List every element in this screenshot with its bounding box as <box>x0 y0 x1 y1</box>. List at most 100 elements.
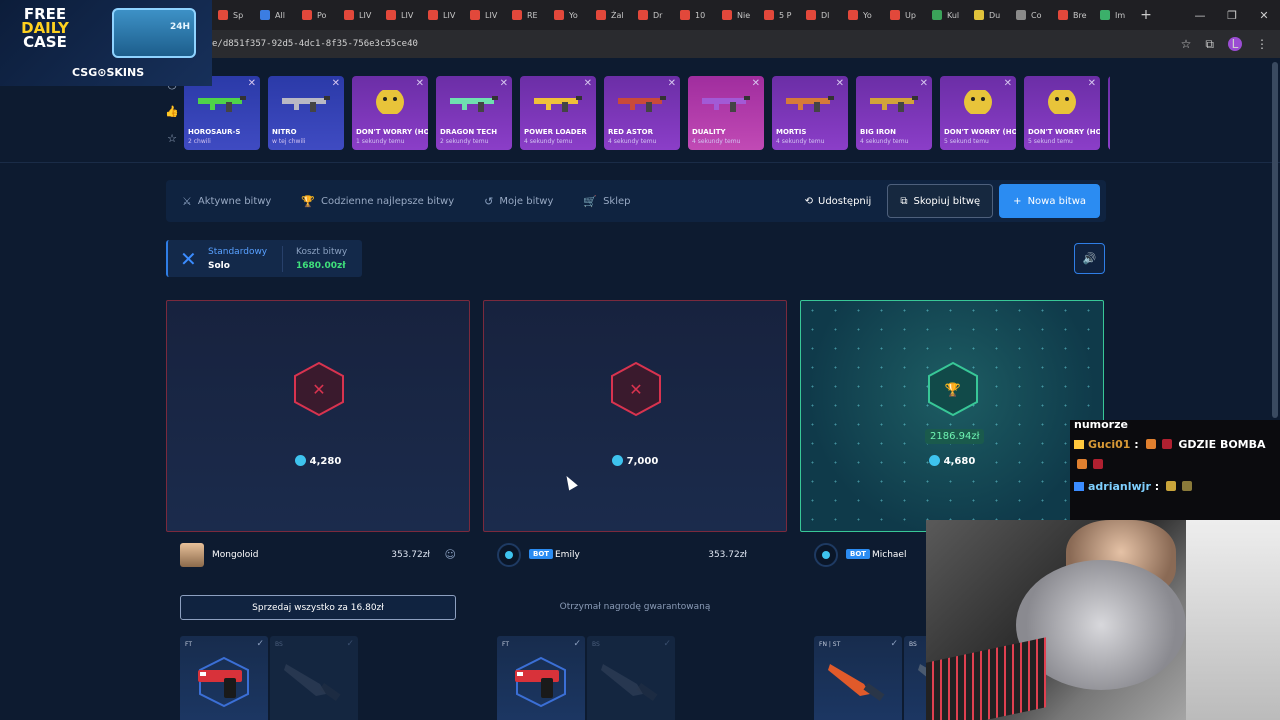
browser-tab[interactable]: Żal <box>590 0 632 30</box>
tab-favicon-icon <box>638 10 648 20</box>
tab-favicon-icon <box>764 10 774 20</box>
drop-time: 4 sekundy temu <box>524 138 573 145</box>
live-drop-card[interactable]: ✕ BIG IRON 4 sekundy temu <box>856 76 932 150</box>
emote-icon <box>1165 481 1176 491</box>
profile-avatar[interactable]: L <box>1228 37 1242 51</box>
page-scrollbar[interactable] <box>1272 62 1278 418</box>
live-drop-card[interactable]: ✕ NITRO w tej chwili <box>268 76 344 150</box>
browser-tab[interactable]: 5 P <box>758 0 800 30</box>
item-card[interactable]: FN | ST ✓ <box>814 636 902 720</box>
url-text[interactable]: e/d851f357-92d5-4dc1-8f35-756e3c55ce40 <box>212 39 1112 49</box>
tab-favicon-icon <box>596 10 606 20</box>
live-drop-card[interactable]: ✕ RED ASTOR 4 sekundy temu <box>604 76 680 150</box>
browser-tab[interactable]: LIV <box>380 0 422 30</box>
drop-name: DON'T WORRY (HOLO) <box>356 128 428 136</box>
sub-badge-icon <box>1074 482 1084 491</box>
live-drop-card[interactable]: ✕ DUALITY 4 sekundy temu <box>688 76 764 150</box>
browser-tab[interactable]: Dr <box>632 0 674 30</box>
close-icon[interactable]: ✕ <box>332 78 340 89</box>
nav-label: Codzienne najlepsze bitwy <box>321 195 455 207</box>
live-drop-card[interactable]: ✕ DON'T WORRY (HOLO) 5 sekund temu <box>940 76 1016 150</box>
thumbs-up-icon[interactable]: 👍 <box>164 105 180 118</box>
browser-tab[interactable]: LIV <box>422 0 464 30</box>
live-drop-card[interactable]: ✕ POWER LOADER 4 sekundy temu <box>520 76 596 150</box>
browser-tab[interactable]: LIV <box>464 0 506 30</box>
close-icon[interactable]: ✕ <box>1088 78 1096 89</box>
tab-label: LIV <box>401 10 414 20</box>
nav-active-battles[interactable]: ⚔ Aktywne bitwy <box>166 195 271 208</box>
browser-tab[interactable]: Co <box>1010 0 1052 30</box>
drop-name: BIG IRON <box>860 128 896 136</box>
close-icon[interactable]: ✕ <box>752 78 760 89</box>
player-value: 353.72zł <box>708 550 747 560</box>
check-circle-icon[interactable]: ✓ <box>890 639 898 649</box>
tab-label: LIV <box>485 10 498 20</box>
sell-all-button[interactable]: Sprzedaj wszystko za 16.80zł <box>180 595 456 620</box>
browser-tab[interactable]: Up <box>884 0 926 30</box>
live-drop-card[interactable]: ✕ DRAGON TECH 2 sekundy temu <box>436 76 512 150</box>
browser-tab[interactable]: 10 <box>674 0 716 30</box>
browser-tab[interactable]: Nie <box>716 0 758 30</box>
maximize-icon[interactable]: ❐ <box>1216 9 1248 22</box>
browser-tab[interactable]: Im <box>1094 0 1136 30</box>
check-circle-icon[interactable]: ✓ <box>573 639 581 649</box>
close-icon[interactable]: ✕ <box>248 78 256 89</box>
emoji-icon[interactable]: ☺ <box>445 548 456 561</box>
bookmark-star-icon[interactable]: ☆ <box>1181 37 1192 51</box>
nav-shop[interactable]: 🛒 Sklep <box>567 195 630 208</box>
tab-label: Yo <box>863 10 872 20</box>
item-condition: BS <box>909 641 917 648</box>
live-drop-card[interactable]: ✕ HOROSAUR-S 2 chwili <box>184 76 260 150</box>
item-card[interactable]: FT ✓ <box>180 636 268 720</box>
browser-tab[interactable]: LIV <box>338 0 380 30</box>
avatar[interactable] <box>180 543 204 567</box>
item-card[interactable]: FT ✓ <box>497 636 585 720</box>
close-icon[interactable]: ✕ <box>416 78 424 89</box>
star-icon[interactable]: ☆ <box>164 132 180 145</box>
browser-tab[interactable]: All <box>254 0 296 30</box>
browser-tab[interactable]: Yo <box>842 0 884 30</box>
live-drop-card[interactable]: ✕ DON'T WORRY (HOLO) 5 sekund temu <box>1024 76 1100 150</box>
browser-tab[interactable]: Du <box>968 0 1010 30</box>
live-drop-card[interactable]: ✕ DON'T WORRY (HOLO) 1 sekundy temu <box>352 76 428 150</box>
close-icon[interactable]: ✕ <box>668 78 676 89</box>
item-card[interactable]: BS ✓ <box>270 636 358 720</box>
sound-toggle-button[interactable]: 🔊 <box>1074 243 1105 274</box>
browser-tab[interactable]: Bre <box>1052 0 1094 30</box>
close-icon[interactable]: ✕ <box>920 78 928 89</box>
live-drop-card[interactable]: ✕ MORTIS 4 sekundy temu <box>772 76 848 150</box>
new-battle-button[interactable]: + Nowa bitwa <box>999 184 1100 218</box>
live-drop-card[interactable]: ✕DON' (HOL5 seku <box>1108 76 1110 150</box>
item-card[interactable]: BS ✓ <box>587 636 675 720</box>
mode-value: Solo <box>208 261 230 271</box>
browser-tab[interactable]: RE <box>506 0 548 30</box>
close-icon[interactable]: ✕ <box>584 78 592 89</box>
browser-tab[interactable]: Sp <box>212 0 254 30</box>
browser-tab[interactable]: Yo <box>548 0 590 30</box>
item-condition: FT <box>185 641 193 648</box>
check-circle-icon[interactable]: ✓ <box>346 639 354 649</box>
daily-case-ad[interactable]: FREE DAILY CASE CSG⊙SKINS <box>0 0 212 86</box>
player-name[interactable]: Mongoloid <box>212 550 258 560</box>
tab-favicon-icon <box>512 10 522 20</box>
close-icon[interactable]: ✕ <box>500 78 508 89</box>
new-tab-button[interactable]: + <box>1136 7 1156 23</box>
close-icon[interactable]: ✕ <box>1248 9 1280 22</box>
browser-tab[interactable]: Po <box>296 0 338 30</box>
close-icon[interactable]: ✕ <box>1004 78 1012 89</box>
share-button[interactable]: ⟲ Udostępnij <box>805 196 872 207</box>
browser-tab[interactable]: Dl <box>800 0 842 30</box>
browser-tab[interactable]: Kul <box>926 0 968 30</box>
copy-battle-button[interactable]: ⧉ Skopiuj bitwę <box>887 184 994 218</box>
check-circle-icon[interactable]: ✓ <box>256 639 264 649</box>
nav-daily-best[interactable]: 🏆 Codzienne najlepsze bitwy <box>285 195 454 208</box>
close-icon[interactable]: ✕ <box>836 78 844 89</box>
weapon-image <box>282 96 330 112</box>
nav-my-battles[interactable]: ↺ Moje bitwy <box>468 195 553 208</box>
chair-figure <box>1186 520 1280 720</box>
tab-favicon-icon <box>260 10 270 20</box>
browser-menu-icon[interactable]: ⋮ <box>1256 37 1268 51</box>
extensions-icon[interactable]: ⧉ <box>1205 37 1214 52</box>
check-circle-icon[interactable]: ✓ <box>663 639 671 649</box>
minimize-icon[interactable]: — <box>1184 9 1216 22</box>
